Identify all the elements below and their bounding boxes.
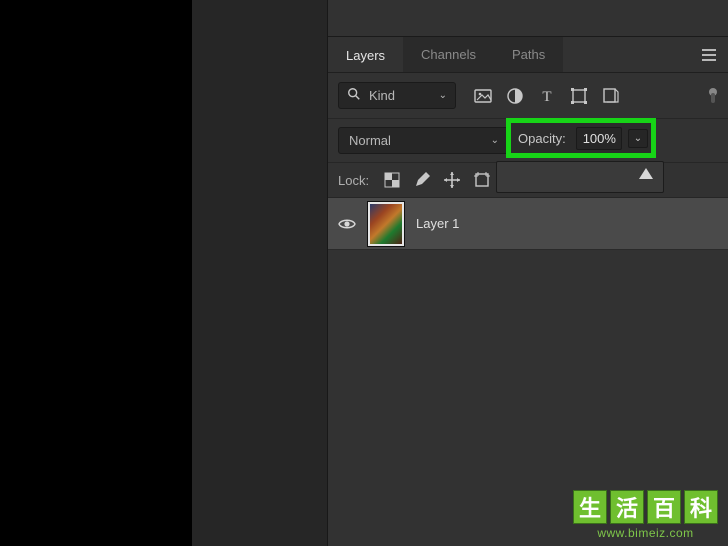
document-area — [0, 0, 328, 546]
watermark-char: 科 — [684, 490, 718, 524]
chevron-down-icon: ⌄ — [439, 90, 447, 101]
opacity-dropdown-button[interactable]: ⌄ — [628, 129, 648, 148]
layer-row[interactable]: Layer 1 — [328, 198, 728, 250]
slider-thumb-icon[interactable] — [639, 168, 653, 179]
chevron-down-icon: ⌄ — [491, 135, 499, 146]
lock-position-icon[interactable] — [443, 171, 461, 189]
filter-shape-icon[interactable] — [570, 87, 588, 105]
blend-row: Normal ⌄ Opacity: 100% ⌄ — [328, 119, 728, 163]
filter-type-icons: T — [474, 87, 620, 105]
svg-text:T: T — [542, 89, 551, 105]
filter-adjustment-icon[interactable] — [506, 87, 524, 105]
filter-row: Kind ⌄ T — [328, 73, 728, 119]
opacity-value-input[interactable]: 100% — [576, 127, 622, 150]
filter-kind-select[interactable]: Kind ⌄ — [338, 82, 456, 109]
lock-artboard-icon[interactable] — [473, 171, 491, 189]
layer-thumbnail[interactable] — [368, 202, 404, 246]
blend-mode-value: Normal — [349, 133, 391, 148]
tab-paths[interactable]: Paths — [494, 37, 563, 72]
watermark-char: 百 — [647, 490, 681, 524]
search-icon — [347, 87, 361, 104]
upper-panel-bar — [328, 0, 728, 37]
lock-label: Lock: — [338, 173, 369, 188]
canvas-background — [192, 0, 328, 546]
visibility-toggle-icon[interactable] — [338, 215, 356, 233]
layer-name-label[interactable]: Layer 1 — [416, 216, 459, 231]
tab-layers[interactable]: Layers — [328, 37, 403, 72]
layers-list: Layer 1 — [328, 198, 728, 250]
layers-panel: Layers Channels Paths Kind ⌄ T — [328, 37, 728, 546]
watermark-char: 活 — [610, 490, 644, 524]
filter-toggle-switch[interactable] — [708, 89, 718, 103]
filter-type-icon[interactable]: T — [538, 87, 556, 105]
lock-row: Lock: — [328, 163, 728, 198]
lock-icons-group — [383, 171, 491, 189]
opacity-control-highlight: Opacity: 100% ⌄ — [506, 118, 656, 158]
watermark: 生 活 百 科 www.bimeiz.com — [573, 490, 718, 540]
opacity-slider-popup[interactable] — [496, 161, 664, 193]
filter-smartobject-icon[interactable] — [602, 87, 620, 105]
panel-tabs: Layers Channels Paths — [328, 37, 728, 73]
opacity-label[interactable]: Opacity: — [514, 131, 570, 146]
panel-menu-icon[interactable] — [702, 49, 716, 61]
filter-kind-label: Kind — [369, 88, 395, 103]
blend-mode-select[interactable]: Normal ⌄ — [338, 127, 510, 154]
watermark-char: 生 — [573, 490, 607, 524]
lock-transparency-icon[interactable] — [383, 171, 401, 189]
filter-pixel-icon[interactable] — [474, 87, 492, 105]
watermark-url: www.bimeiz.com — [573, 526, 718, 540]
tab-channels[interactable]: Channels — [403, 37, 494, 72]
lock-pixels-icon[interactable] — [413, 171, 431, 189]
